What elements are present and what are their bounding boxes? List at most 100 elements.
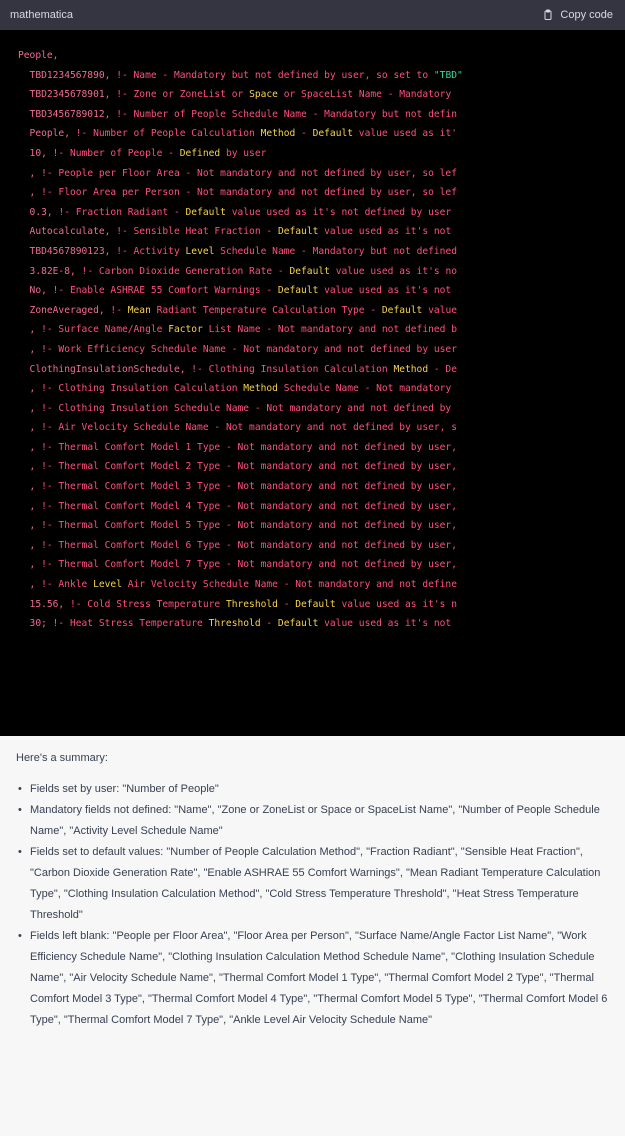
code-token: !- Thermal Comfort Model 2 Type - Not ma…	[41, 461, 457, 473]
code-token: !- Name - Mandatory but not defined by u…	[116, 69, 434, 81]
code-token: -	[260, 618, 278, 630]
code-token: Method	[260, 128, 296, 140]
code-token: Default	[277, 226, 319, 238]
code-token: Method	[243, 383, 278, 395]
code-line: , !- Thermal Comfort Model 7 Type - Not …	[18, 555, 613, 575]
code-line: , !- Air Velocity Schedule Name - Not ma…	[18, 418, 613, 438]
code-token: ,	[18, 422, 42, 434]
code-token: Space	[249, 89, 278, 101]
code-token: Mean	[127, 304, 151, 316]
code-token: People,	[18, 50, 59, 61]
code-token: 0.3,	[18, 206, 59, 218]
code-token: ,	[18, 441, 42, 453]
code-line: , !- Thermal Comfort Model 6 Type - Not …	[18, 536, 613, 556]
code-line: 15.56, !- Cold Stress Temperature Thresh…	[18, 595, 613, 615]
code-token: value used as it's not defined by user	[225, 206, 452, 218]
code-token: Default	[312, 128, 354, 140]
code-token: ClothingInsulationSchedule,	[18, 363, 192, 375]
code-line: , !- Ankle Level Air Velocity Schedule N…	[18, 575, 613, 595]
code-token: ZoneAveraged,	[18, 304, 111, 316]
code-token: !- Floor Area per Person - Not mandatory…	[41, 187, 457, 199]
code-line: People, !- Number of People Calculation …	[18, 124, 613, 144]
code-token: Level	[93, 579, 122, 591]
copy-code-label: Copy code	[560, 9, 613, 21]
code-language-label: mathematica	[10, 9, 73, 21]
code-line: , !- Thermal Comfort Model 2 Type - Not …	[18, 457, 613, 477]
code-token: or SpaceList Name - Mandatory	[277, 89, 452, 101]
code-block-header: mathematica Copy code	[0, 0, 625, 30]
code-token: !- Thermal Comfort Model 7 Type - Not ma…	[41, 559, 457, 571]
code-token: Threshold	[208, 618, 261, 630]
code-line: 10, !- Number of People - Defined by use…	[18, 144, 613, 164]
code-line: Autocalculate, !- Sensible Heat Fraction…	[18, 222, 613, 242]
code-line: No, !- Enable ASHRAE 55 Comfort Warnings…	[18, 281, 613, 301]
code-token: value used as it'	[353, 128, 457, 140]
code-token: Radiant Temperature Calculation Type -	[150, 304, 382, 316]
code-line: , !- Thermal Comfort Model 5 Type - Not …	[18, 516, 613, 536]
code-token: !- Thermal Comfort Model 3 Type - Not ma…	[41, 481, 457, 493]
code-token: value used as it's n	[335, 598, 457, 610]
code-token: Method	[393, 363, 429, 375]
code-token: Air Velocity Schedule Name - Not mandato…	[121, 579, 457, 591]
code-token: Default	[381, 304, 423, 316]
code-line: TBD3456789012, !- Number of People Sched…	[18, 105, 613, 125]
code-token: Default	[185, 206, 226, 218]
code-token: ,	[18, 167, 42, 179]
code-token: Schedule Name - Mandatory but not define…	[214, 245, 457, 257]
code-line: TBD2345678901, !- Zone or ZoneList or Sp…	[18, 85, 613, 105]
code-line: People,	[18, 46, 613, 66]
code-token: ,	[18, 343, 42, 355]
code-block: mathematica Copy code People, TBD1234567…	[0, 0, 625, 736]
code-token: !- Carbon Dioxide Generation Rate -	[81, 265, 290, 277]
code-token: 10,	[18, 147, 53, 159]
code-token: !- Surface Name/Angle	[41, 324, 169, 336]
code-token: TBD2345678901,	[18, 89, 117, 101]
code-token: ,	[18, 461, 42, 473]
code-line: , !- Surface Name/Angle Factor List Name…	[18, 320, 613, 340]
code-line: , !- Work Efficiency Schedule Name - Not…	[18, 340, 613, 360]
code-line: ZoneAveraged, !- Mean Radiant Temperatur…	[18, 301, 613, 321]
code-token: Factor	[168, 324, 203, 336]
code-token: !- Clothing Insulation Calculation	[41, 383, 244, 395]
code-token: !- Fraction Radiant -	[58, 206, 186, 218]
summary-item-blank: Fields left blank: "People per Floor Are…	[18, 926, 611, 1031]
code-token: !- Thermal Comfort Model 1 Type - Not ma…	[41, 441, 457, 453]
code-token: No,	[18, 285, 53, 297]
code-token: !- Work Efficiency Schedule Name - Not m…	[41, 343, 457, 355]
code-token: ,	[18, 402, 42, 414]
code-token: Level	[185, 245, 215, 257]
code-token: ,	[18, 559, 42, 571]
code-token: -	[295, 128, 313, 140]
summary-section: Here's a summary: Fields set by user: "N…	[0, 736, 625, 1136]
code-line: TBD4567890123, !- Activity Level Schedul…	[18, 242, 613, 262]
copy-code-button[interactable]: Copy code	[542, 9, 613, 21]
code-token: "TBD"	[433, 69, 463, 81]
code-token: ,	[18, 187, 42, 199]
code-token: ,	[18, 324, 42, 336]
code-token: ,	[18, 481, 42, 493]
code-token: ,	[18, 539, 42, 551]
code-token: Default	[289, 265, 330, 277]
code-line: TBD1234567890, !- Name - Mandatory but n…	[18, 66, 613, 86]
summary-item-user-set: Fields set by user: "Number of People"	[18, 779, 611, 800]
code-line: 0.3, !- Fraction Radiant - Default value…	[18, 203, 613, 223]
code-line: 30; !- Heat Stress Temperature Threshold…	[18, 614, 613, 634]
code-token: Defined	[179, 147, 221, 159]
code-token: value	[422, 304, 457, 316]
code-token: !-	[110, 304, 128, 316]
code-token: ,	[18, 520, 42, 532]
code-line: , !- People per Floor Area - Not mandato…	[18, 164, 613, 184]
code-token: !- Heat Stress Temperature	[52, 618, 209, 630]
code-token: TBD4567890123,	[18, 245, 117, 257]
code-token: - De	[428, 363, 457, 375]
code-token: !- People per Floor Area - Not mandatory…	[41, 167, 457, 179]
summary-item-defaults: Fields set to default values: "Number of…	[18, 842, 611, 926]
code-token: ,	[18, 383, 42, 395]
code-token: !- Air Velocity Schedule Name - Not mand…	[41, 422, 457, 434]
code-token: !- Clothing Insulation Schedule Name - N…	[41, 402, 452, 414]
summary-list: Fields set by user: "Number of People" M…	[16, 779, 611, 1031]
code-token: 30;	[18, 618, 53, 630]
code-line: , !- Thermal Comfort Model 4 Type - Not …	[18, 497, 613, 517]
code-token: value used as it's not	[318, 285, 452, 297]
code-token: !- Enable ASHRAE 55 Comfort Warnings -	[52, 285, 278, 297]
